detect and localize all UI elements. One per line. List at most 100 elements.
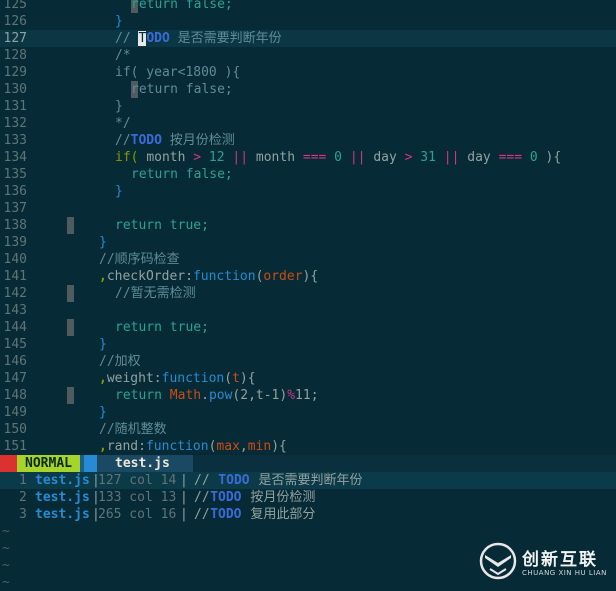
code-line[interactable]: 130 return false; xyxy=(0,81,616,98)
code-line[interactable]: 131} xyxy=(0,98,616,115)
code-text: return false; xyxy=(131,0,233,13)
code-line[interactable]: 137 xyxy=(0,200,616,217)
code-token: } xyxy=(99,235,107,250)
quickfix-n: 3 xyxy=(19,507,27,522)
code-line[interactable]: 129 if( year<1800 ){ xyxy=(0,64,616,81)
code-text: } xyxy=(99,336,107,353)
code-line[interactable]: 145} xyxy=(0,336,616,353)
code-token: checkOrder xyxy=(106,269,186,284)
code-line[interactable]: 148 return Math.pow(2,t-1)%11; xyxy=(0,387,616,404)
logo-text: 创新互联 xyxy=(522,550,598,570)
code-token: || xyxy=(232,150,249,165)
empty-line-tilde: ~ xyxy=(2,541,10,556)
code-line[interactable]: 134 if( month > 12 || month === 0 || day … xyxy=(0,149,616,166)
line-number: 125 xyxy=(3,0,27,12)
code-line[interactable]: 127 // TODO 是否需要判断年份 xyxy=(0,30,616,47)
quickfix-loc: 127 col 14 xyxy=(98,473,177,488)
code-line[interactable]: 147 ,weight:function(t){ xyxy=(0,370,616,387)
line-number: 142 xyxy=(3,286,27,301)
quickfix-item[interactable]: 1 test.js | 127 col 14 |// TODO 是否需要判断年份 xyxy=(0,472,616,489)
code-line[interactable]: 133 //TODO 按月份检测 xyxy=(0,132,616,149)
quickfix-bar2: | xyxy=(180,507,188,522)
code-token: 12 xyxy=(201,150,233,165)
code-token: === xyxy=(302,150,327,165)
code-text: } xyxy=(99,404,107,421)
line-number: 134 xyxy=(3,150,27,165)
code-text: return false; xyxy=(131,166,233,183)
code-line[interactable]: 142 //暂无需检测 xyxy=(0,285,616,302)
code-line[interactable]: 139} xyxy=(0,234,616,251)
code-token: ODO xyxy=(146,31,170,46)
quickfix-item[interactable]: 3 test.js | 265 col 16 |//TODO 复用此部分 xyxy=(0,506,616,523)
code-token: } xyxy=(115,14,123,29)
code-line[interactable]: 126} xyxy=(0,13,616,30)
code-token: month xyxy=(248,150,303,165)
code-line[interactable]: 140 //顺序码检查 xyxy=(0,251,616,268)
code-line[interactable]: 138 return true; xyxy=(0,217,616,234)
code-text: } xyxy=(99,234,107,251)
code-line[interactable]: 146 //加权 xyxy=(0,353,616,370)
code-token: return false; xyxy=(131,82,233,97)
code-text: return Math.pow(2,t-1)%11; xyxy=(115,387,319,404)
code-line[interactable]: 141 ,checkOrder:function(order){ xyxy=(0,268,616,285)
empty-line-tilde: ~ xyxy=(2,558,10,573)
code-text: if( year<1800 ){ xyxy=(115,64,240,81)
line-number: 143 xyxy=(3,303,27,318)
code-line[interactable]: 144 return true; xyxy=(0,319,616,336)
code-token: } xyxy=(115,184,123,199)
line-number: 135 xyxy=(3,167,27,182)
quickfix-item[interactable]: 2 test.js | 133 col 13 |//TODO 按月份检测 xyxy=(0,489,616,506)
code-text: //随机整数 xyxy=(99,421,167,438)
code-line[interactable]: 125 return false; xyxy=(0,0,616,13)
code-line[interactable]: 132 */ xyxy=(0,115,616,132)
line-number: 148 xyxy=(3,388,27,403)
empty-line-tilde: ~ xyxy=(2,575,10,590)
line-number: 128 xyxy=(3,48,27,63)
code-line[interactable]: 150 //随机整数 xyxy=(0,421,616,438)
code-line[interactable]: 143 xyxy=(0,302,616,319)
code-token: } xyxy=(115,99,123,114)
code-token: } xyxy=(99,337,107,352)
code-token: > xyxy=(193,150,202,165)
code-token: //加权 xyxy=(99,354,141,369)
code-line[interactable]: 128 /* xyxy=(0,47,616,64)
code-line[interactable]: 149} xyxy=(0,404,616,421)
code-line[interactable]: 151 ,rand:function(max,min){ xyxy=(0,438,616,455)
code-token: return false; xyxy=(131,0,233,12)
code-line[interactable]: 136} xyxy=(0,183,616,200)
code-text: //加权 xyxy=(99,353,141,370)
code-text: return true; xyxy=(115,217,209,234)
code-text: // TODO 是否需要判断年份 xyxy=(115,30,282,47)
line-number: 144 xyxy=(3,320,27,335)
mode-indicator: NORMAL xyxy=(17,455,80,472)
line-number: 127 xyxy=(3,31,27,46)
code-token: 0 xyxy=(522,150,546,165)
line-number: 137 xyxy=(3,201,27,216)
code-token: 按月份检测 xyxy=(161,133,235,148)
code-token: function xyxy=(161,371,225,386)
code-text: //顺序码检查 xyxy=(99,251,180,268)
line-number: 146 xyxy=(3,354,27,369)
line-number: 136 xyxy=(3,184,27,199)
code-token: , xyxy=(239,439,248,454)
status-separator-block xyxy=(84,455,97,472)
code-token: return true; xyxy=(115,320,209,335)
quickfix-bar2: | xyxy=(180,490,188,505)
code-token: */ xyxy=(115,116,131,131)
code-token: rand xyxy=(106,439,139,454)
quickfix-bar2: | xyxy=(180,473,188,488)
line-number: 126 xyxy=(3,14,27,29)
quickfix-pre: // xyxy=(194,473,218,488)
code-token: weight xyxy=(106,371,154,386)
code-token: if( xyxy=(115,150,147,165)
line-number: 140 xyxy=(3,252,27,267)
code-token: function xyxy=(145,439,209,454)
status-filename[interactable]: test.js xyxy=(97,455,193,472)
code-token: return xyxy=(115,388,170,403)
code-line[interactable]: 135 return false; xyxy=(0,166,616,183)
quickfix-file: test.js xyxy=(35,473,90,488)
line-number: 133 xyxy=(3,133,27,148)
code-text: /* xyxy=(115,47,131,64)
code-token: order xyxy=(263,269,303,284)
code-editor[interactable]: 125 return false; 126} 127// TODO 是否需要判断年份 1… xyxy=(0,0,616,455)
